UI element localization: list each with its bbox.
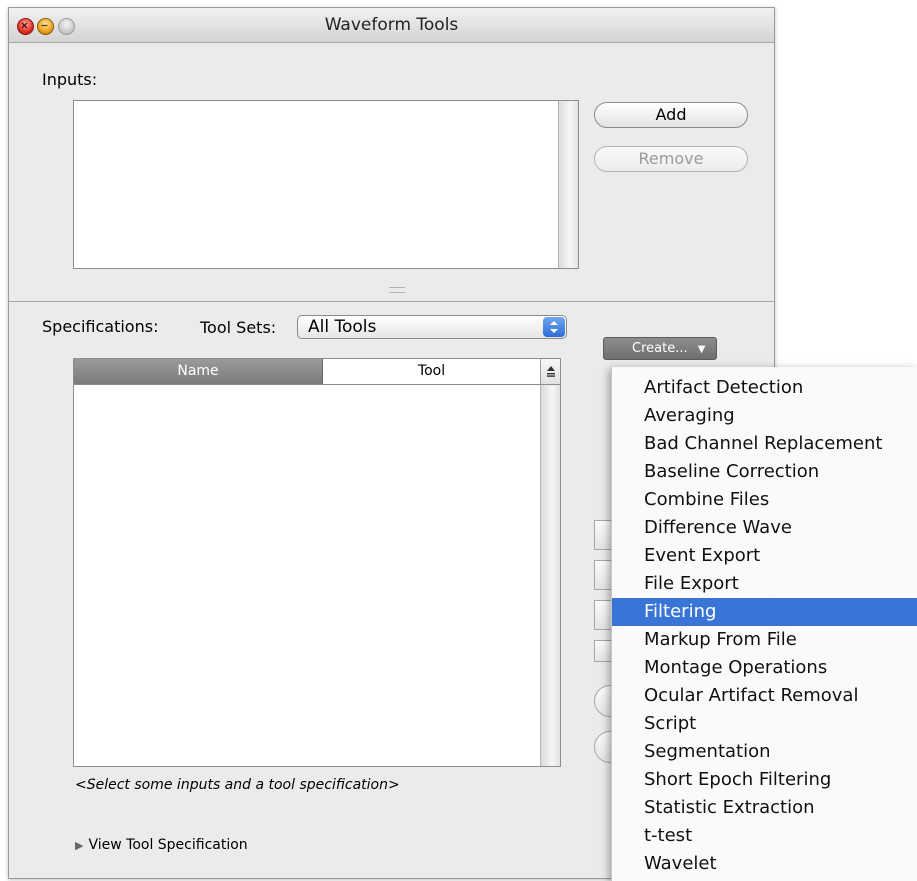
disclosure-triangle-icon: ▶ xyxy=(75,839,84,852)
menu-item-montage-operations[interactable]: Montage Operations xyxy=(612,654,917,682)
specifications-table-scrollbar[interactable] xyxy=(540,385,560,766)
title-bar[interactable]: Waveform Tools xyxy=(9,8,774,43)
dropdown-arrow-icon: ▼ xyxy=(697,344,706,355)
menu-item-artifact-detection[interactable]: Artifact Detection xyxy=(612,374,917,402)
menu-item-statistic-extraction[interactable]: Statistic Extraction xyxy=(612,794,917,822)
create-menu-label: Create... xyxy=(632,341,688,356)
tool-sets-value: All Tools xyxy=(308,317,377,337)
inputs-list-scrollbar[interactable] xyxy=(558,101,578,268)
section-divider xyxy=(9,301,774,302)
selection-hint: <Select some inputs and a tool specifica… xyxy=(75,777,400,793)
menu-item-averaging[interactable]: Averaging xyxy=(612,402,917,430)
column-header-tool[interactable]: Tool xyxy=(323,359,540,385)
inputs-list[interactable] xyxy=(73,100,579,269)
create-dropdown-menu: Artifact Detection Averaging Bad Channel… xyxy=(611,367,917,881)
inputs-label: Inputs: xyxy=(42,70,98,89)
tool-sets-label: Tool Sets: xyxy=(200,318,277,337)
popup-stepper-icon xyxy=(543,317,565,337)
create-menu-button[interactable]: Create... ▼ xyxy=(603,337,717,360)
menu-item-difference-wave[interactable]: Difference Wave xyxy=(612,514,917,542)
menu-item-file-export[interactable]: File Export xyxy=(612,570,917,598)
menu-item-baseline-correction[interactable]: Baseline Correction xyxy=(612,458,917,486)
menu-item-event-export[interactable]: Event Export xyxy=(612,542,917,570)
view-tool-specification-toggle[interactable]: ▶ View Tool Specification xyxy=(75,837,248,853)
menu-item-t-test[interactable]: t-test xyxy=(612,822,917,850)
menu-item-ocular-artifact-removal[interactable]: Ocular Artifact Removal xyxy=(612,682,917,710)
splitter-grip[interactable] xyxy=(389,287,405,293)
menu-item-segmentation[interactable]: Segmentation xyxy=(612,738,917,766)
menu-item-markup-from-file[interactable]: Markup From File xyxy=(612,626,917,654)
menu-item-short-epoch-filtering[interactable]: Short Epoch Filtering xyxy=(612,766,917,794)
tool-sets-select[interactable]: All Tools xyxy=(297,315,567,339)
specifications-table[interactable]: Name Tool xyxy=(73,358,561,767)
sort-icon xyxy=(546,366,555,377)
add-button[interactable]: Add xyxy=(594,102,748,128)
view-tool-specification-label: View Tool Specification xyxy=(88,837,248,853)
remove-button[interactable]: Remove xyxy=(594,146,748,172)
menu-item-filtering[interactable]: Filtering xyxy=(612,598,917,626)
menu-item-wavelet[interactable]: Wavelet xyxy=(612,850,917,878)
menu-item-script[interactable]: Script xyxy=(612,710,917,738)
window-title: Waveform Tools xyxy=(324,15,459,35)
menu-item-combine-files[interactable]: Combine Files xyxy=(612,486,917,514)
column-header-name[interactable]: Name xyxy=(74,359,323,385)
column-picker[interactable] xyxy=(540,359,560,385)
specifications-label: Specifications: xyxy=(42,317,159,336)
menu-item-bad-channel-replacement[interactable]: Bad Channel Replacement xyxy=(612,430,917,458)
